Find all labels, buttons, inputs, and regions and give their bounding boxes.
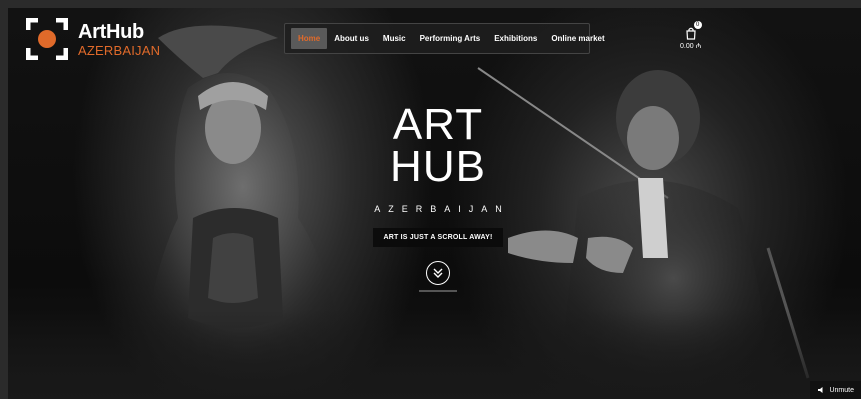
cart-total: 0.00 ₼ (680, 43, 702, 50)
nav-performing-arts[interactable]: Performing Arts (413, 28, 488, 49)
nav-exhibitions[interactable]: Exhibitions (487, 28, 544, 49)
double-chevron-down-icon (433, 268, 443, 278)
nav-home[interactable]: Home (291, 28, 328, 49)
nav-music[interactable]: Music (376, 28, 413, 49)
nav-about-us[interactable]: About us (327, 28, 376, 49)
brand-logo[interactable]: ArtHub AZERBAIJAN (26, 18, 160, 60)
brand-subtitle: AZERBAIJAN (78, 42, 161, 58)
hero-title-line2: HUB (390, 142, 486, 191)
unmute-label: Unmute (829, 386, 854, 394)
hero-content: ART HUB AZERBAIJAN ART IS JUST A SCROLL … (338, 100, 538, 292)
main-nav: Home About us Music Performing Arts Exhi… (284, 23, 605, 54)
hero-banner: ArtHub AZERBAIJAN Home About us Music Pe… (8, 8, 861, 399)
unmute-button[interactable]: Unmute (810, 381, 861, 399)
cart-count-badge: 0 (693, 21, 702, 29)
shopping-bag-icon: 0 (684, 21, 702, 40)
scroll-indicator-line (419, 290, 457, 292)
hero-title-line1: ART (392, 100, 484, 149)
arthub-logo-icon (26, 18, 68, 60)
brand-title: ArtHub (78, 20, 144, 43)
nav-online-market[interactable]: Online market (544, 28, 611, 49)
cart-button[interactable]: 0 0.00 ₼ (680, 21, 702, 51)
hero-subtitle: AZERBAIJAN (374, 204, 510, 214)
speaker-icon (818, 387, 823, 393)
brand-text: ArtHub AZERBAIJAN (78, 22, 160, 57)
hero-tagline: ART IS JUST A SCROLL AWAY! (373, 228, 503, 247)
scroll-down-button[interactable] (426, 261, 450, 285)
